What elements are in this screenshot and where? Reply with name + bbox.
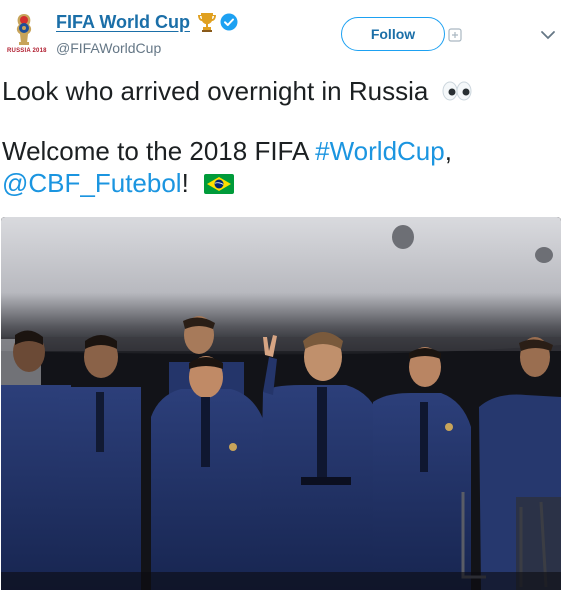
name-row: FIFA World Cup (56, 11, 238, 33)
tweet-line-2: Welcome to the 2018 FIFA #WorldCup, (2, 135, 562, 167)
tweet-text: Look who arrived overnight in Russia Wel… (2, 75, 562, 199)
tweet-spacer (2, 107, 562, 135)
eyes-emoji-icon (440, 77, 474, 101)
logo-caption: RUSSIA 2018 (7, 48, 47, 54)
tweet-line-1: Look who arrived overnight in Russia (2, 75, 562, 107)
user-handle[interactable]: @FIFAWorldCup (56, 40, 161, 56)
trophy-icon (196, 11, 218, 33)
tweet-photo[interactable] (1, 217, 561, 590)
tweet-line-3: @CBF_Futebol! (2, 167, 562, 199)
tweet-line-2-text: Welcome to the 2018 FIFA (2, 136, 316, 166)
follow-options-icon[interactable] (448, 28, 462, 42)
verified-badge-icon (220, 13, 238, 31)
tweet-header: RUSSIA 2018 FIFA World Cup @FIFAWorldCup… (0, 0, 566, 64)
tweet-line-1-text: Look who arrived overnight in Russia (2, 76, 429, 106)
tweet-line-2-punct: , (444, 136, 452, 166)
display-name[interactable]: FIFA World Cup (56, 12, 190, 33)
chevron-down-icon[interactable] (540, 28, 556, 40)
brazil-flag-icon (204, 169, 235, 194)
fifa-world-cup-logo[interactable]: RUSSIA 2018 (4, 10, 47, 56)
cbf-futebol-mention-link[interactable]: @CBF_Futebol (2, 168, 182, 198)
follow-button[interactable]: Follow (341, 17, 445, 51)
worldcup-hashtag-link[interactable]: #WorldCup (315, 136, 445, 166)
tweet-line-3-punct: ! (181, 168, 189, 198)
